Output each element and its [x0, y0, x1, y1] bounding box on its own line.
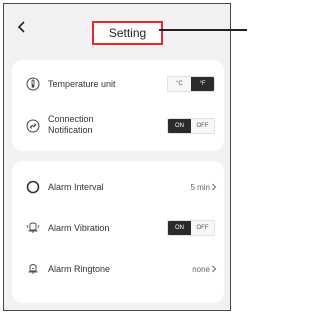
page-title: Setting — [92, 21, 163, 45]
thermometer-icon — [25, 76, 41, 92]
connection-notification-line2: Notification — [48, 125, 93, 135]
back-button[interactable] — [12, 15, 32, 39]
callout-pointer-line — [159, 29, 247, 31]
celsius-option[interactable]: °C — [168, 77, 191, 91]
temperature-unit-row: Temperature unit °C °F — [12, 74, 224, 94]
header-bar: Setting — [4, 4, 230, 48]
connection-off-option[interactable]: OFF — [191, 119, 214, 133]
bell-icon — [25, 261, 41, 277]
back-icon — [17, 21, 25, 33]
link-icon — [25, 118, 41, 134]
alarm-interval-value: 5 min — [190, 182, 210, 192]
settings-screen: Setting Temperature unit °C °F Connectio… — [3, 3, 231, 311]
alarm-vibration-label: Alarm Vibration — [48, 222, 110, 233]
connection-notification-row: Connection Notification ON OFF — [12, 112, 224, 140]
settings-card-alarm: Alarm Interval 5 min Alarm Vibration ON … — [12, 161, 224, 303]
connection-notification-label: Connection Notification — [48, 114, 94, 136]
connection-on-option[interactable]: ON — [168, 119, 191, 133]
chevron-right-icon — [212, 265, 217, 273]
chevron-right-icon — [212, 183, 217, 191]
alarm-interval-row[interactable]: Alarm Interval 5 min — [12, 177, 224, 197]
connection-notification-toggle: ON OFF — [167, 118, 215, 134]
temperature-unit-toggle: °C °F — [167, 76, 215, 92]
settings-card-general: Temperature unit °C °F Connection Notifi… — [12, 60, 224, 151]
alarm-ringtone-row[interactable]: Alarm Ringtone none — [12, 259, 224, 279]
vibration-on-option[interactable]: ON — [168, 221, 191, 235]
alarm-ringtone-label: Alarm Ringtone — [48, 263, 111, 274]
fahrenheit-option[interactable]: °F — [191, 77, 214, 91]
alarm-vibration-toggle: ON OFF — [167, 220, 215, 236]
vibration-off-option[interactable]: OFF — [191, 221, 214, 235]
alarm-interval-label: Alarm Interval — [48, 181, 104, 192]
vibration-icon — [25, 220, 41, 236]
alarm-vibration-row: Alarm Vibration ON OFF — [12, 218, 224, 238]
clock-icon — [25, 179, 41, 195]
connection-notification-line1: Connection — [48, 114, 94, 124]
alarm-ringtone-value: none — [192, 264, 210, 274]
temperature-unit-label: Temperature unit — [48, 78, 116, 89]
